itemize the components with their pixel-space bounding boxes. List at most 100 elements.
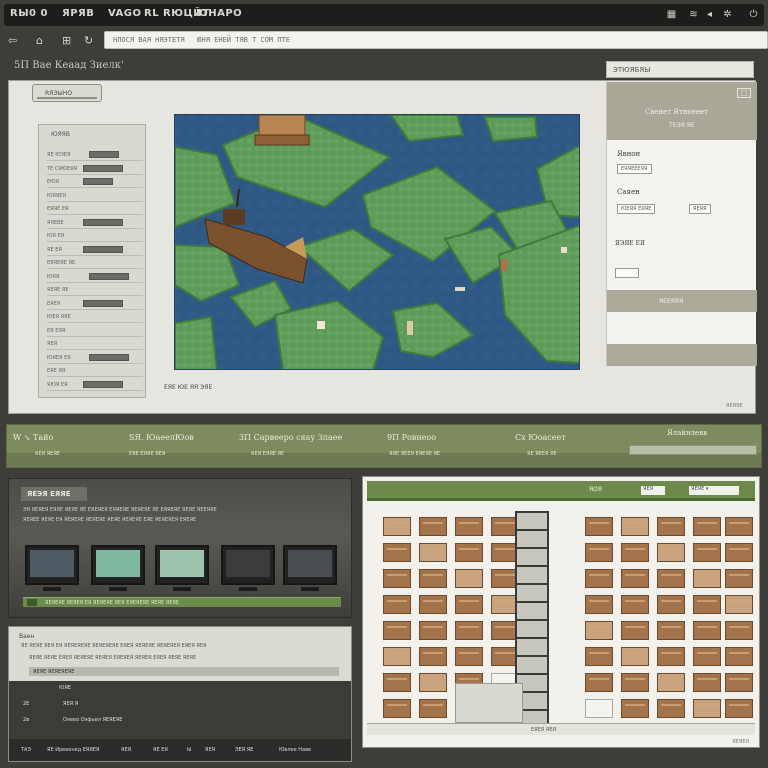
console-tab-3[interactable]: ЯЕЯ [121, 747, 131, 753]
property-field[interactable] [83, 164, 123, 172]
settings-button[interactable]: ЭТЮЯБЯЫ [606, 61, 754, 78]
inventory-slot[interactable] [693, 647, 721, 666]
inventory-slot[interactable] [419, 699, 447, 718]
menu-item-help[interactable]: ЮНАРО [196, 8, 242, 19]
inventory-slot[interactable] [383, 673, 411, 692]
inventory-slot[interactable] [693, 517, 721, 536]
property-row[interactable]: ЮЕЯ ЯЯЕ [47, 311, 143, 323]
refresh-icon[interactable]: ↻ [84, 34, 93, 47]
inventory-slot[interactable] [693, 673, 721, 692]
inventory-slot[interactable] [657, 647, 685, 666]
property-row[interactable]: ТЕ СЯЮЕЯЯ [47, 163, 143, 175]
inventory-slot[interactable] [657, 569, 685, 588]
inventory-slot[interactable] [725, 621, 753, 640]
inventory-sort-select[interactable]: ЯЕЯЕ ▾ [689, 486, 739, 495]
property-row[interactable]: ЮЯЕЯ ЕЯ [47, 352, 143, 364]
inventory-slot[interactable] [383, 647, 411, 666]
inventory-slot[interactable] [455, 647, 483, 666]
property-field[interactable] [89, 353, 129, 361]
inventory-slot[interactable] [455, 569, 483, 588]
extra-chip[interactable] [615, 268, 639, 278]
stats-search-input[interactable] [629, 445, 757, 455]
inventory-slot[interactable] [419, 621, 447, 640]
inventory-slot[interactable] [657, 699, 685, 718]
property-field[interactable] [83, 218, 123, 226]
wifi-icon[interactable]: ≋ [688, 9, 699, 20]
monitor-1[interactable] [25, 545, 79, 591]
inventory-slot[interactable] [725, 517, 753, 536]
property-row[interactable]: ЯЕ ЕЯ [47, 244, 143, 256]
inventory-slot[interactable] [585, 699, 613, 718]
layer-button[interactable]: RЯЭЫНО [32, 84, 102, 102]
game-viewport[interactable] [174, 114, 580, 370]
property-row[interactable]: ЕЯ ЕЯЯ [47, 325, 143, 337]
volume-icon[interactable]: ◂ [704, 9, 715, 20]
inventory-slot[interactable] [383, 699, 411, 718]
inventory-slot[interactable] [621, 621, 649, 640]
monitor-5[interactable] [283, 545, 337, 591]
console-tab-8[interactable]: Ювлее Наве [279, 747, 311, 753]
inventory-slot[interactable] [455, 595, 483, 614]
bookmark-icon[interactable]: ⊞ [62, 34, 71, 47]
console-highlight-row[interactable]: ЯЕЯЕ ЯЕЯЕЯЕЯЕ [29, 667, 339, 676]
inventory-slot[interactable] [621, 517, 649, 536]
inventory-slot[interactable] [621, 699, 649, 718]
inventory-slot[interactable] [693, 699, 721, 718]
settings-icon[interactable]: ✲ [722, 9, 733, 20]
inventory-slot[interactable] [725, 543, 753, 562]
inventory-slot[interactable] [693, 569, 721, 588]
property-row[interactable]: ЕЯЕЯ [47, 298, 143, 310]
menu-item-file[interactable]: RЫ0 0 [10, 8, 48, 19]
property-row[interactable]: ЕЮЯ [47, 176, 143, 188]
inventory-slot[interactable] [621, 595, 649, 614]
monitor-2[interactable] [91, 545, 145, 591]
monitor-4[interactable] [221, 545, 275, 591]
inventory-slot[interactable] [621, 543, 649, 562]
property-row[interactable]: ЕЯЯЕЯЕ ЯЕ [47, 257, 143, 269]
property-row[interactable]: ЯЕЯ [47, 338, 143, 350]
property-row[interactable]: ЮЯ ЕЯ [47, 230, 143, 242]
inventory-slot[interactable] [657, 543, 685, 562]
inventory-slot[interactable] [419, 517, 447, 536]
property-row[interactable]: ЕЯЯЕ ЕЯ [47, 203, 143, 215]
name-chip[interactable]: ЕЯЯЕЕЕЯЯ [617, 164, 652, 174]
inventory-slot[interactable] [725, 699, 753, 718]
inventory-slot[interactable] [585, 673, 613, 692]
inventory-slot[interactable] [455, 543, 483, 562]
console-tab-4[interactable]: ЯЕ ЕЯ [153, 747, 168, 753]
watchtower[interactable] [254, 115, 310, 146]
apply-button[interactable]: ЯЕЕЯЯЯ [607, 290, 757, 312]
home-icon[interactable]: ⌂ [36, 34, 43, 47]
variant-chip[interactable]: ЯЕЯЯ [689, 204, 711, 214]
menu-item-view[interactable]: VAGO [108, 8, 142, 19]
inventory-slot[interactable] [725, 595, 753, 614]
inventory-slot[interactable] [383, 517, 411, 536]
property-row[interactable]: ЮЯЯ [47, 271, 143, 283]
inventory-slot[interactable] [585, 647, 613, 666]
inventory-slot[interactable] [725, 673, 753, 692]
property-row[interactable]: ЕЯЕ ЯЯ [47, 365, 143, 377]
menu-item-edit[interactable]: ЯPЯВ [62, 8, 94, 19]
inventory-slot[interactable] [585, 621, 613, 640]
property-row[interactable]: ЮЯЯЕЯ [47, 190, 143, 202]
inventory-slot[interactable] [383, 569, 411, 588]
inventory-slot[interactable] [455, 517, 483, 536]
inventory-slot[interactable] [621, 569, 649, 588]
property-field[interactable] [83, 178, 113, 185]
inventory-slot[interactable] [657, 517, 685, 536]
inventory-slot[interactable] [419, 543, 447, 562]
inventory-slot[interactable] [585, 595, 613, 614]
inventory-slot[interactable] [383, 595, 411, 614]
inventory-slot[interactable] [657, 595, 685, 614]
inventory-slot[interactable] [419, 673, 447, 692]
console-tab-6[interactable]: ЯЕЯ [205, 747, 215, 753]
inventory-slot[interactable] [693, 621, 721, 640]
inventory-slot[interactable] [585, 517, 613, 536]
inventory-slot[interactable] [693, 543, 721, 562]
property-field[interactable] [83, 245, 123, 253]
inventory-slot[interactable] [585, 543, 613, 562]
grid-icon[interactable]: ▦ [666, 9, 677, 20]
console-tab-7[interactable]: ЭЕЯ ЯЕ [235, 747, 253, 753]
inventory-slot[interactable] [725, 569, 753, 588]
inventory-slot[interactable] [455, 621, 483, 640]
